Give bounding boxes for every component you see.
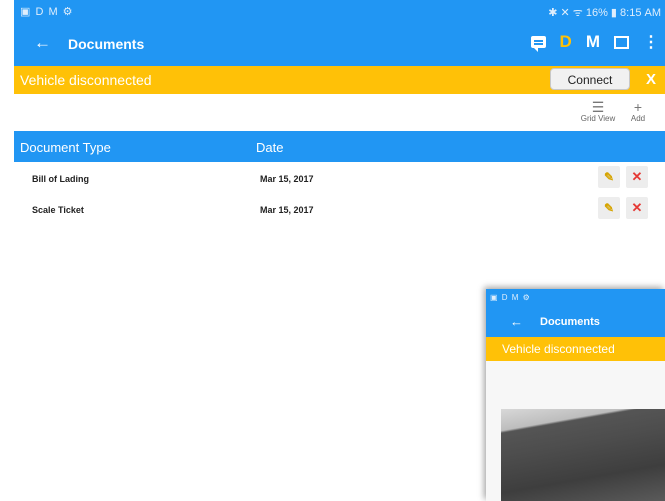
back-arrow-icon[interactable]: ←: [34, 33, 51, 53]
preview-title: Documents: [540, 316, 600, 328]
date-cell: Mar 15, 2017: [260, 205, 314, 215]
preview-banner: Vehicle disconnected: [486, 337, 665, 361]
document-type-cell: Bill of Lading: [32, 174, 89, 184]
table-header: Document Type Date: [14, 131, 665, 162]
driving-status-d-icon[interactable]: D: [560, 32, 572, 52]
add-button[interactable]: + Add: [625, 100, 651, 123]
documents-toolbar: ☰ Grid View + Add: [14, 94, 665, 131]
table-row[interactable]: Bill of Lading Mar 15, 2017 ✎ ✕: [14, 163, 665, 193]
preview-back-arrow-icon: ←: [510, 314, 523, 329]
messages-m-icon[interactable]: M: [586, 32, 600, 52]
preview-status-icons: ▣ D M ⚙: [490, 293, 531, 302]
banner-message: Vehicle disconnected: [20, 72, 152, 88]
preview-banner-message: Vehicle disconnected: [502, 342, 615, 356]
delete-icon[interactable]: ✕: [626, 197, 648, 219]
add-label: Add: [630, 114, 646, 123]
grid-view-label: Grid View: [580, 114, 616, 123]
device-icon[interactable]: [614, 35, 629, 49]
close-banner-button[interactable]: X: [646, 71, 656, 88]
table-row[interactable]: Scale Ticket Mar 15, 2017 ✎ ✕: [14, 194, 665, 224]
message-icon[interactable]: [530, 36, 546, 52]
column-header-date: Date: [256, 140, 284, 155]
preview-app-bar: ← Documents: [486, 307, 665, 337]
edit-icon[interactable]: ✎: [598, 197, 620, 219]
status-left-icons: ▣ D M ⚙: [20, 6, 74, 18]
page-title: Documents: [68, 36, 145, 52]
add-icon: +: [633, 99, 643, 115]
more-options-icon[interactable]: ⋮: [643, 32, 659, 52]
connect-button[interactable]: Connect: [550, 68, 630, 90]
column-header-document-type: Document Type: [20, 140, 111, 155]
date-cell: Mar 15, 2017: [260, 174, 314, 184]
document-photo: [501, 409, 665, 501]
edit-icon[interactable]: ✎: [598, 166, 620, 188]
status-right-info: ✱ ✕ ᯤ 16% ▮ 8:15 AM: [548, 7, 661, 19]
vehicle-status-banner: Vehicle disconnected Connect X: [14, 66, 665, 94]
delete-icon[interactable]: ✕: [626, 166, 648, 188]
preview-screenshot: ▣ D M ⚙ ← Documents Vehicle disconnected: [486, 289, 665, 501]
preview-status-bar: ▣ D M ⚙: [486, 289, 665, 307]
document-type-cell: Scale Ticket: [32, 205, 84, 215]
appbar-actions: D M ⋮: [530, 32, 659, 52]
status-bar: ▣ D M ⚙ ✱ ✕ ᯤ 16% ▮ 8:15 AM: [14, 0, 665, 24]
grid-view-button[interactable]: ☰ Grid View: [579, 100, 617, 123]
app-bar: ← Documents D M ⋮: [14, 24, 665, 66]
grid-view-icon: ☰: [591, 99, 605, 115]
